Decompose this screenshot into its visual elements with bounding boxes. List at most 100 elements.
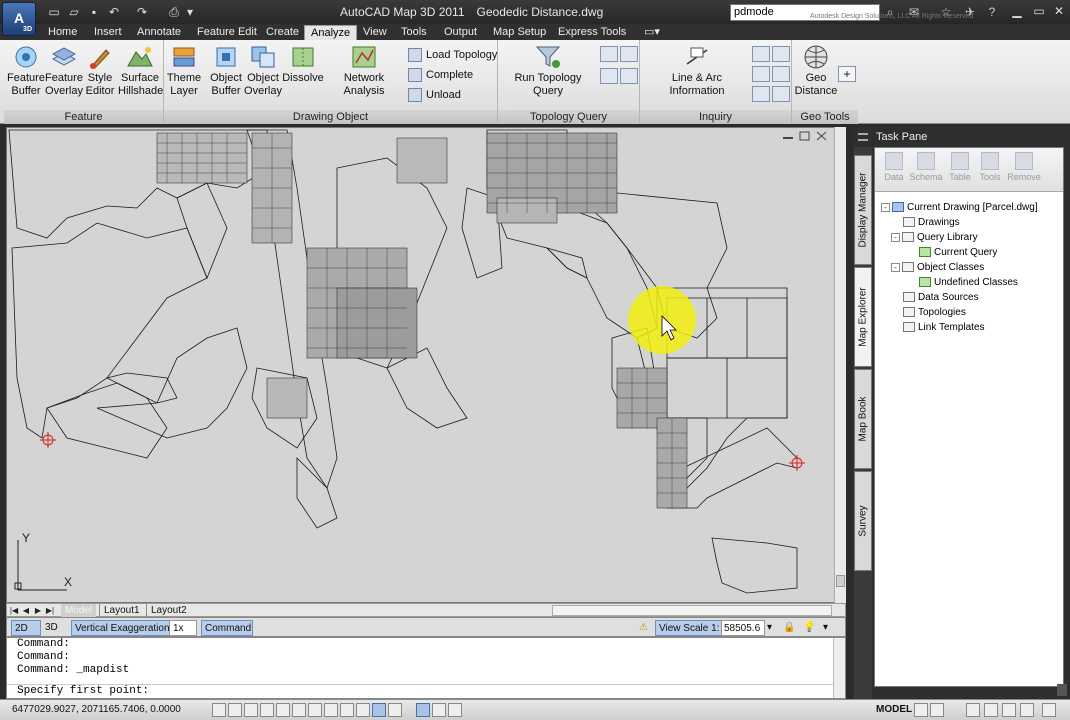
topology-query-tool-2-icon[interactable] [620,46,638,62]
layout-tab-layout1[interactable]: Layout1 [99,604,144,617]
object-buffer-button[interactable]: Object Buffer [208,44,244,98]
tab-insert[interactable]: Insert [88,25,128,40]
snap-toggle[interactable] [212,703,226,717]
new-file-icon[interactable]: ▭ [46,4,62,20]
vertical-scroll-thumb[interactable] [836,575,845,587]
tree-node-query-library[interactable]: - Query Library [891,230,978,245]
theme-layer-button[interactable]: Theme Layer [166,44,202,98]
transparency-toggle[interactable] [372,703,386,717]
data-button[interactable]: Data [877,152,911,182]
tab-view[interactable]: View [357,25,393,40]
redo-icon[interactable]: ↷ [134,4,150,20]
tab-output[interactable]: Output [438,25,483,40]
steering-wheel-icon[interactable] [1002,703,1016,717]
geo-distance-button[interactable]: Geo Distance [794,44,838,98]
command-toggle[interactable]: Command [201,620,253,636]
layout-tab-model[interactable]: Model [61,604,97,617]
inquiry-tool-4-icon[interactable] [772,66,790,82]
tab-map-setup[interactable]: Map Setup [487,25,552,40]
mode-3d-button[interactable]: 3D [45,620,58,636]
qat-dropdown-icon[interactable]: ▾ [182,4,198,20]
task-pane-resize-handle[interactable] [1057,684,1067,696]
tab-survey[interactable]: Survey [854,471,872,571]
inquiry-tool-3-icon[interactable] [752,66,770,82]
status-menu-icon[interactable]: ▾ [823,620,828,636]
feature-overlay-button[interactable]: Feature Overlay [44,44,84,98]
collapse-icon[interactable]: - [881,202,890,212]
tab-annotate[interactable]: Annotate [131,25,187,40]
view-scale-input[interactable]: 58505.6 [721,620,765,636]
quick-view-drawings-icon[interactable] [930,703,944,717]
view-scale-dropdown-icon[interactable]: ▾ [767,620,772,636]
tab-analyze[interactable]: Analyze [304,25,358,40]
complete-topology-button[interactable]: Complete [408,66,473,84]
load-topology-button[interactable]: Load Topology [408,46,497,64]
tree-node-current-query[interactable]: Current Query [919,245,997,260]
object-overlay-button[interactable]: Object Overlay [244,44,282,98]
viewport-restore-icon[interactable] [799,131,810,141]
tab-create[interactable]: Create [260,25,305,40]
layout-tab-layout2[interactable]: Layout2 [146,604,191,617]
inquiry-tool-5-icon[interactable] [752,86,770,102]
undo-icon[interactable]: ↶ [106,4,122,20]
parcel-map[interactable]: Y X [7,128,846,603]
close-button[interactable]: ✕ [1048,2,1070,20]
dissolve-button[interactable]: Dissolve [282,44,324,85]
tab-tools[interactable]: Tools [395,25,433,40]
tree-node-data-sources[interactable]: Data Sources [903,290,979,305]
remove-button[interactable]: Remove [1007,152,1041,182]
pan-icon[interactable] [966,703,980,717]
tab-express-tools[interactable]: Express Tools [552,25,632,40]
tools-button[interactable]: Tools [973,152,1007,182]
table-button[interactable]: Table [943,152,977,182]
command-input[interactable]: Specify first point: [7,684,835,698]
clean-screen-icon[interactable] [1042,703,1056,717]
tab-map-book[interactable]: Map Book [854,369,872,469]
vertical-exaggeration-select[interactable]: 1x [169,620,197,636]
drawing-vertical-scrollbar[interactable] [834,127,846,603]
topology-query-tool-1-icon[interactable] [600,46,618,62]
open-folder-icon[interactable]: ▱ [66,4,82,20]
tab-display-manager[interactable]: Display Manager [854,155,872,265]
tab-home[interactable]: Home [42,25,83,40]
viewport-minimize-icon[interactable] [783,137,793,139]
viewport-close-icon[interactable] [816,131,827,141]
schema-button[interactable]: Schema [909,152,943,182]
ribbon-options-icon[interactable]: ▭▾ [638,25,666,40]
maximize-button[interactable]: ▭ [1028,2,1050,20]
zoom-icon[interactable] [984,703,998,717]
tree-node-undefined-classes[interactable]: Undefined Classes [919,275,1018,290]
tab-feature-edit[interactable]: Feature Edit [191,25,263,40]
inquiry-tool-6-icon[interactable] [772,86,790,102]
3d-osnap-toggle[interactable] [276,703,290,717]
minimize-button[interactable]: ▁ [1006,2,1028,20]
help-icon[interactable]: ? [984,4,1000,20]
tree-node-current-drawing[interactable]: - Current Drawing [Parcel.dwg] [881,200,1038,215]
drawing-canvas[interactable]: Y X [6,127,846,603]
application-menu-button[interactable]: A 3D [2,2,36,36]
grid-toggle[interactable] [228,703,242,717]
style-editor-button[interactable]: Style Editor [82,44,118,98]
layout-prev-icon[interactable]: ◀ [21,605,31,616]
lineweight-toggle[interactable] [356,703,370,717]
run-topology-query-button[interactable]: Run Topology Query [500,44,596,98]
quick-properties-toggle[interactable] [388,703,402,717]
horizontal-scrollbar[interactable] [552,605,832,616]
save-icon[interactable]: ▪ [86,4,102,20]
network-analysis-button[interactable]: Network Analysis [324,44,404,98]
lock-icon[interactable]: 🔒 [783,620,795,636]
showmotion-icon[interactable] [1020,703,1034,717]
surface-hillshade-button[interactable]: Surface Hillshade [118,44,163,98]
osnap-toggle[interactable] [292,703,306,717]
line-arc-information-button[interactable]: Line & Arc Information [644,44,750,98]
geo-tools-add-icon[interactable]: + [838,66,856,82]
dyn-toggle[interactable] [340,703,354,717]
otrack-toggle[interactable] [308,703,322,717]
unload-topology-button[interactable]: Unload [408,86,461,104]
plot-icon[interactable]: ⎙ [166,4,182,20]
workspace-toggle[interactable] [448,703,462,717]
tab-map-explorer[interactable]: Map Explorer [854,267,872,367]
task-pane-grip-icon[interactable] [858,133,868,141]
polar-toggle[interactable] [260,703,274,717]
ducs-toggle[interactable] [324,703,338,717]
